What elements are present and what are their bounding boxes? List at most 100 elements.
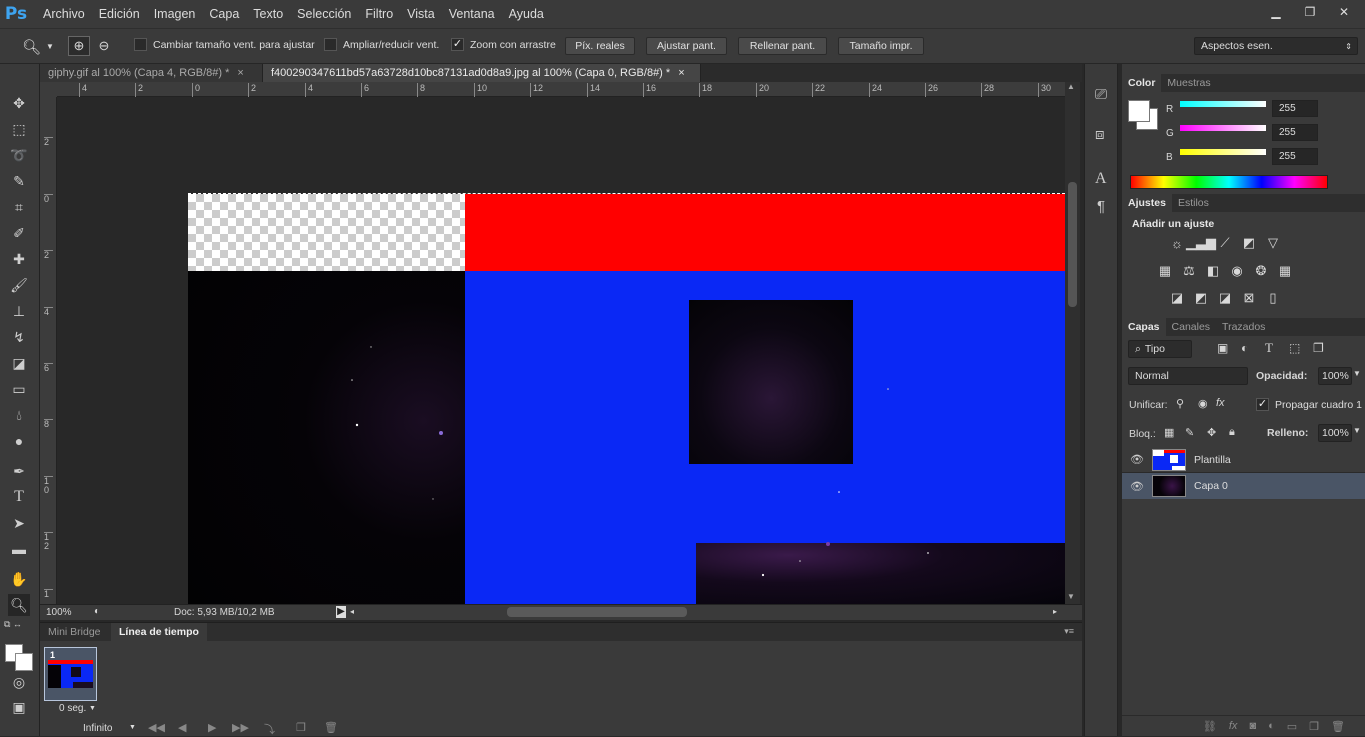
tab-mini-bridge[interactable]: Mini Bridge xyxy=(40,623,109,641)
scroll-down-icon[interactable]: ▼ xyxy=(1067,592,1075,601)
lock-transparent-icon[interactable]: ▦ xyxy=(1164,426,1174,439)
blue-slider[interactable] xyxy=(1180,149,1266,155)
previous-frame-icon[interactable]: ◀ xyxy=(178,721,186,734)
clone-stamp-tool-icon[interactable]: ⊥ xyxy=(8,300,30,322)
rectangle-tool-icon[interactable]: ▬ xyxy=(8,538,30,560)
scroll-right-icon[interactable]: ▸ xyxy=(1053,607,1057,616)
color-lookup-icon[interactable]: ▦ xyxy=(1277,263,1293,278)
close-tab-icon[interactable]: × xyxy=(678,67,684,79)
posterize-icon[interactable]: ◩ xyxy=(1193,290,1209,305)
black-white-icon[interactable]: ◧ xyxy=(1205,263,1221,278)
eyedropper-tool-icon[interactable]: ✐ xyxy=(8,222,30,244)
duplicate-frame-icon[interactable]: ❐ xyxy=(296,721,306,734)
type-tool-icon[interactable]: T xyxy=(8,486,30,508)
menu-item-capa[interactable]: Capa xyxy=(202,7,246,21)
filter-type-icon[interactable]: T xyxy=(1265,340,1273,356)
scroll-left-icon[interactable]: ◂ xyxy=(350,607,354,616)
scroll-up-icon[interactable]: ▲ xyxy=(1067,82,1075,91)
next-frame-icon[interactable]: ▶▶ xyxy=(232,721,249,734)
blue-value[interactable]: 255 xyxy=(1272,148,1318,165)
filter-shape-icon[interactable]: ⬚ xyxy=(1289,341,1300,355)
fill-screen-button[interactable]: Rellenar pant. xyxy=(738,37,827,55)
tab-giphy[interactable]: giphy.gif al 100% (Capa 4, RGB/8#) * × xyxy=(40,64,263,82)
path-selection-tool-icon[interactable]: ➤ xyxy=(8,512,30,534)
blend-mode-select[interactable]: Normal xyxy=(1128,367,1248,385)
vertical-scrollbar[interactable]: ▲ ▼ xyxy=(1065,82,1080,604)
panel-menu-icon[interactable]: ▾≡ xyxy=(1064,626,1074,637)
zoom-in-icon[interactable]: ⊕ xyxy=(68,36,90,56)
menu-item-vista[interactable]: Vista xyxy=(400,7,442,21)
foreground-color-preview[interactable] xyxy=(1128,100,1150,122)
tab-paths[interactable]: Trazados xyxy=(1216,318,1271,336)
layer-filter-select[interactable]: ⌕ Tipo xyxy=(1128,340,1192,358)
menu-item-imagen[interactable]: Imagen xyxy=(147,7,203,21)
healing-brush-tool-icon[interactable]: ✚ xyxy=(8,248,30,270)
restore-button[interactable]: ❐ xyxy=(1295,3,1325,21)
close-window-button[interactable]: ✕ xyxy=(1329,3,1359,21)
menu-item-selección[interactable]: Selección xyxy=(290,7,358,21)
filter-pixel-icon[interactable]: ▣ xyxy=(1217,341,1228,355)
vertical-ruler[interactable]: 2 0 2 4 6 8 1 0 1 2 1 xyxy=(40,97,57,604)
delete-layer-icon[interactable]: 🗑︎ xyxy=(1331,720,1345,733)
new-adjustment-icon[interactable]: ◐ xyxy=(1268,720,1275,732)
filter-adjustment-icon[interactable]: ◐ xyxy=(1241,341,1248,355)
eraser-tool-icon[interactable]: ◪ xyxy=(8,352,30,374)
lock-position-icon[interactable]: ✥ xyxy=(1207,426,1216,439)
menu-item-ventana[interactable]: Ventana xyxy=(442,7,502,21)
lasso-tool-icon[interactable]: ➰ xyxy=(8,144,30,166)
tool-preset-dropdown-icon[interactable]: ▼ xyxy=(46,42,54,51)
red-value[interactable]: 255 xyxy=(1272,100,1318,117)
actual-pixels-button[interactable]: Píx. reales xyxy=(565,37,635,55)
tab-channels[interactable]: Canales xyxy=(1166,318,1217,336)
selective-color-icon[interactable]: ⊠ xyxy=(1241,290,1257,305)
channel-mixer-icon[interactable]: ❂ xyxy=(1253,263,1269,278)
opacity-field[interactable]: 100% xyxy=(1318,367,1352,385)
vibrance-icon[interactable]: ▽ xyxy=(1265,235,1281,250)
color-balance-icon[interactable]: ⚖ xyxy=(1181,263,1197,278)
ruler-origin[interactable] xyxy=(40,82,57,97)
history-panel-icon[interactable]: ⎚ xyxy=(1095,86,1107,103)
horizontal-scroll-thumb[interactable] xyxy=(507,607,687,617)
screen-mode-icon[interactable]: ▣ xyxy=(8,696,30,718)
dodge-tool-icon[interactable]: ● xyxy=(8,430,30,452)
background-color-swatch[interactable] xyxy=(15,653,33,671)
levels-icon[interactable]: ▁▃▆ xyxy=(1186,235,1216,250)
character-panel-icon[interactable]: A xyxy=(1095,170,1107,188)
green-slider[interactable] xyxy=(1180,125,1266,131)
default-colors-icon[interactable]: ⧉ ↔ xyxy=(4,619,22,630)
invert-icon[interactable]: ◪ xyxy=(1169,290,1185,305)
unify-style-icon[interactable]: fx xyxy=(1216,397,1225,409)
new-group-icon[interactable]: ▭ xyxy=(1287,720,1297,733)
opacity-dropdown-icon[interactable]: ▼ xyxy=(1353,369,1361,378)
tab-swatches[interactable]: Muestras xyxy=(1161,74,1216,92)
red-slider[interactable] xyxy=(1180,101,1266,107)
canvas-area[interactable] xyxy=(57,97,1065,604)
delete-frame-icon[interactable]: 🗑︎ xyxy=(324,721,338,734)
pen-tool-icon[interactable]: ✒ xyxy=(8,460,30,482)
paragraph-panel-icon[interactable]: ¶ xyxy=(1097,198,1105,215)
tab-adjustments[interactable]: Ajustes xyxy=(1122,194,1172,212)
layer-style-icon[interactable]: fx xyxy=(1229,720,1238,732)
link-layers-icon[interactable]: ⛓ xyxy=(1203,720,1217,733)
lock-image-icon[interactable]: ✎ xyxy=(1185,426,1194,439)
menu-item-ayuda[interactable]: Ayuda xyxy=(502,7,551,21)
gradient-map-icon[interactable]: ▯ xyxy=(1265,290,1281,305)
green-value[interactable]: 255 xyxy=(1272,124,1318,141)
layer-row-plantilla[interactable]: 👁︎ Plantilla xyxy=(1122,447,1365,473)
resize-windows-checkbox[interactable]: Cambiar tamaño vent. para ajustar xyxy=(134,38,315,51)
menu-item-archivo[interactable]: Archivo xyxy=(36,7,92,21)
photo-filter-icon[interactable]: ◉ xyxy=(1229,263,1245,278)
scroll-thumb[interactable] xyxy=(1068,182,1077,307)
tab-color[interactable]: Color xyxy=(1122,74,1162,92)
quick-select-tool-icon[interactable]: ✎ xyxy=(8,170,30,192)
new-layer-icon[interactable]: ❐ xyxy=(1309,720,1319,733)
color-spectrum-bar[interactable] xyxy=(1130,175,1328,189)
quick-mask-icon[interactable]: ◎ xyxy=(8,671,30,693)
first-frame-icon[interactable]: ◀◀ xyxy=(148,721,165,734)
unify-position-icon[interactable]: ⚲ xyxy=(1176,397,1184,410)
move-tool-icon[interactable]: ✥ xyxy=(8,92,30,114)
zoom-all-windows-checkbox[interactable]: Ampliar/reducir vent. xyxy=(324,38,439,51)
tab-styles[interactable]: Estilos xyxy=(1172,194,1215,212)
tab-timeline[interactable]: Línea de tiempo xyxy=(111,623,207,641)
horizontal-ruler[interactable]: 4 2 0 2 4 6 8 10 12 14 16 18 20 22 24 26 28 30 xyxy=(57,82,1065,97)
